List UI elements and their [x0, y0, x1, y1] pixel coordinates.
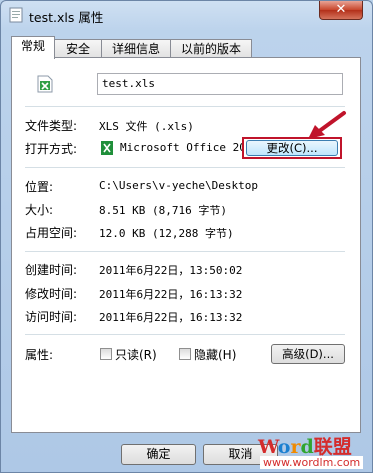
tab-previous-versions[interactable]: 以前的版本	[170, 39, 252, 58]
file-name-field[interactable]: test.xls	[97, 73, 343, 95]
hidden-label[interactable]: 隐藏(H)	[194, 346, 236, 363]
close-button[interactable]: ✕	[319, 1, 363, 20]
accessed-value: 2011年6月22日，16:13:32	[99, 311, 243, 324]
file-type-value: XLS 文件 (.xls)	[99, 120, 194, 133]
open-with-value: Microsoft Office 20	[120, 141, 246, 154]
divider	[25, 251, 345, 252]
change-button[interactable]: 更改(C)...	[246, 140, 338, 156]
watermark: Word联盟 www.wordlm.com	[254, 432, 372, 472]
tab-details[interactable]: 详细信息	[101, 39, 171, 58]
attributes-label: 属性:	[25, 348, 54, 362]
divider	[25, 167, 345, 168]
hidden-checkbox[interactable]	[179, 348, 191, 360]
readonly-label[interactable]: 只读(R)	[115, 346, 157, 363]
file-type-label: 文件类型:	[25, 119, 78, 133]
created-label: 创建时间:	[25, 263, 78, 277]
size-label: 大小:	[25, 203, 54, 217]
divider	[25, 106, 345, 107]
created-value: 2011年6月22日，13:50:02	[99, 264, 243, 277]
tab-security[interactable]: 安全	[54, 39, 102, 58]
readonly-checkbox[interactable]	[100, 348, 112, 360]
watermark-url: www.wordlm.com	[260, 456, 364, 469]
watermark-logo: Word联盟	[258, 436, 352, 458]
modified-value: 2011年6月22日，16:13:32	[99, 288, 243, 301]
location-label: 位置:	[25, 180, 54, 194]
title-bar[interactable]: test.xls 属性 ✕	[1, 1, 372, 29]
divider	[25, 334, 345, 335]
modified-label: 修改时间:	[25, 287, 78, 301]
accessed-label: 访问时间:	[25, 310, 78, 324]
excel-app-icon	[101, 141, 113, 155]
red-arrow-icon	[308, 111, 346, 139]
size-on-disk-value: 12.0 KB (12,288 字节)	[99, 227, 234, 240]
document-icon	[9, 7, 23, 23]
tab-general[interactable]: 常规	[11, 36, 55, 59]
window-title: test.xls 属性	[29, 10, 104, 25]
advanced-button[interactable]: 高级(D)...	[271, 344, 345, 364]
ok-button[interactable]: 确定	[121, 444, 196, 465]
open-with-label: 打开方式:	[25, 142, 78, 156]
location-value: C:\Users\v-yeche\Desktop	[99, 179, 258, 192]
size-on-disk-label: 占用空间:	[25, 226, 78, 240]
tab-strip: 常规 安全 详细信息 以前的版本	[11, 36, 361, 59]
excel-file-icon	[37, 75, 53, 93]
size-value: 8.51 KB (8,716 字节)	[99, 204, 227, 217]
